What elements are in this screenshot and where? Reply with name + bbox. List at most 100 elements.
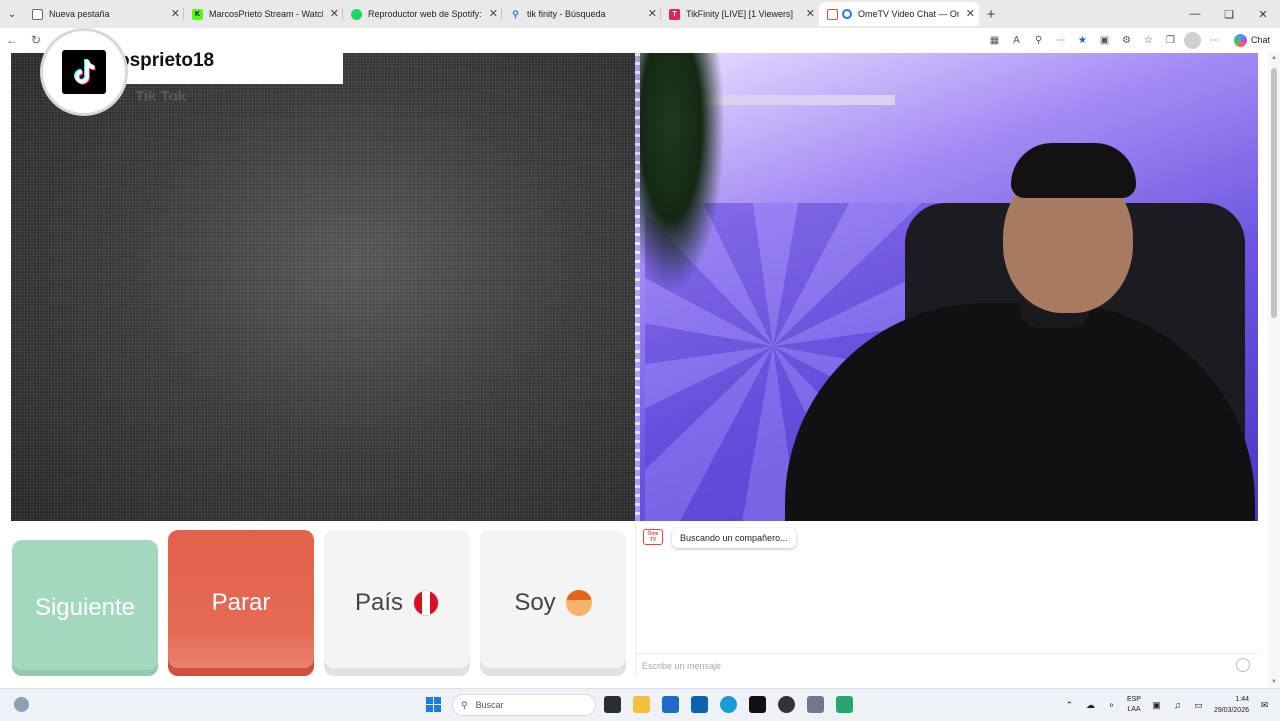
microphone-icon[interactable]: ⚬ (1106, 700, 1117, 711)
onedrive-icon[interactable]: ☁ (1085, 700, 1096, 711)
chat-panel: Ome TV Buscando un compañero... (635, 521, 1259, 677)
back-icon[interactable]: ← (0, 33, 24, 47)
close-tab-icon[interactable]: ✕ (330, 7, 339, 20)
partner-video (11, 53, 635, 521)
windows-taskbar: ⚲ Buscar ⌃ ☁ ⚬ ESP LAA ▣ ♫ ▭ 1:44 29/03/… (0, 688, 1280, 720)
emoji-picker-icon[interactable] (1236, 658, 1250, 672)
settings-more-icon[interactable]: ⋯ (1206, 32, 1223, 49)
tab-tikfinity[interactable]: T TikFinity [LIVE] [1 Viewers] ✕ (661, 2, 819, 26)
volume-icon[interactable]: ♫ (1172, 700, 1183, 711)
search-icon: ⚲ (512, 8, 519, 19)
settings-gear-icon[interactable] (807, 696, 824, 713)
apps-icon[interactable]: ▦ (986, 32, 1003, 49)
video-static (11, 53, 635, 521)
tiktok-subtitle: Tik Tok (135, 88, 187, 105)
close-tab-icon[interactable]: ✕ (648, 7, 657, 20)
tab-actions-chevron-icon[interactable]: ⌄ (0, 0, 24, 28)
clock-date: 29/03/2026 (1213, 707, 1249, 714)
new-tab-button[interactable]: + (979, 6, 1003, 23)
hanging-plant (635, 53, 725, 293)
battery-icon[interactable]: ▭ (1193, 700, 1204, 711)
tab-spotify[interactable]: Reproductor web de Spotify: músi ✕ (343, 2, 502, 26)
app-green-icon[interactable] (836, 696, 853, 713)
zoom-icon[interactable]: ⚲ (1030, 32, 1047, 49)
profile-avatar[interactable] (1183, 31, 1201, 49)
language-code: ESP (1126, 696, 1141, 703)
maximize-icon[interactable]: ❏ (1212, 0, 1246, 28)
minimize-icon[interactable]: — (1178, 0, 1212, 28)
self-camera-video (635, 53, 1258, 521)
tab-ometv[interactable]: OmeTV Video Chat — Omegl ✕ (819, 2, 979, 26)
scroll-up-icon[interactable]: ▲ (1268, 55, 1280, 61)
taskbar-search[interactable]: ⚲ Buscar (452, 694, 596, 716)
shelf (695, 95, 895, 105)
tiktok-logo (43, 31, 125, 113)
person-hair (1011, 143, 1136, 198)
browser-tab-strip: ⌄ Nueva pestaña ✕ K MarcosPrieto Stream … (0, 0, 1280, 28)
tiktok-username: osprieto18 (118, 50, 215, 71)
tab-title: MarcosPrieto Stream - Watch Live (209, 9, 323, 19)
tiktok-note-icon (62, 50, 106, 94)
stop-button-label: Parar (211, 589, 271, 616)
boy-emoji-icon (565, 590, 592, 616)
copilot-chat-button[interactable]: Chat (1233, 33, 1270, 47)
gender-button-label: Soy (514, 589, 556, 616)
next-button[interactable]: Siguiente (12, 540, 158, 676)
kick-icon: K (192, 8, 203, 20)
new-tab-icon (32, 8, 43, 20)
language-indicator[interactable]: ESP LAA (1127, 695, 1141, 715)
clock[interactable]: 1:44 29/03/2026 (1214, 694, 1249, 716)
page-scrollbar[interactable]: ▲ ▼ (1268, 52, 1280, 688)
collections-icon[interactable]: ❒ (1162, 32, 1179, 49)
next-button-label: Siguiente (34, 594, 136, 621)
store-icon[interactable] (662, 696, 679, 713)
more-tools-icon[interactable]: ⋯ (1052, 32, 1069, 49)
reload-icon[interactable]: ↻ (24, 33, 48, 47)
tikfinity-icon: T (669, 8, 680, 20)
window-controls: — ❏ ✕ (1178, 0, 1280, 28)
weather-widget-icon[interactable] (14, 697, 29, 712)
camera-icon[interactable]: ▣ (1096, 32, 1113, 49)
translate-icon[interactable]: A (1008, 32, 1025, 49)
task-view-icon[interactable] (604, 696, 621, 713)
recording-indicator-icon (842, 9, 852, 19)
tab-busqueda[interactable]: ⚲ tik finity - Búsqueda ✕ (502, 2, 661, 26)
favorite-star-icon[interactable]: ★ (1074, 32, 1091, 49)
message-input[interactable] (636, 653, 1259, 677)
country-button[interactable]: País (324, 530, 470, 676)
ometv-logo-icon: Ome TV (643, 529, 663, 545)
gender-button[interactable]: Soy (480, 530, 626, 676)
tab-kick-stream[interactable]: K MarcosPrieto Stream - Watch Live ✕ (184, 2, 343, 26)
notifications-icon[interactable]: ✉ (1259, 700, 1270, 711)
scrollbar-thumb[interactable] (1271, 68, 1277, 318)
file-explorer-icon[interactable] (633, 696, 650, 713)
extensions-icon[interactable]: ⚙ (1118, 32, 1135, 49)
start-menu-icon[interactable] (426, 697, 441, 712)
close-tab-icon[interactable]: ✕ (171, 7, 180, 20)
copilot-icon (1233, 33, 1247, 47)
toolbar-actions: ▦ A ⚲ ⋯ ★ ▣ ⚙ ☆ ❒ ⋯ Chat (986, 28, 1270, 52)
app-icon[interactable] (778, 696, 795, 713)
obs-icon[interactable] (749, 696, 766, 713)
outlook-icon[interactable] (691, 696, 708, 713)
close-window-icon[interactable]: ✕ (1246, 0, 1280, 28)
edge-icon[interactable] (720, 696, 737, 713)
tab-title: Reproductor web de Spotify: músi (368, 9, 482, 19)
show-hidden-icons-icon[interactable]: ⌃ (1064, 700, 1075, 711)
scroll-down-icon[interactable]: ▼ (1268, 679, 1280, 685)
search-icon: ⚲ (461, 699, 468, 710)
country-button-label: País (354, 589, 404, 616)
tab-title: OmeTV Video Chat — Omegl (858, 9, 959, 19)
spotify-icon (351, 8, 362, 20)
peru-flag-icon (413, 590, 440, 616)
tab-title: tik finity - Búsqueda (527, 9, 606, 19)
tab-nueva-pestana[interactable]: Nueva pestaña ✕ (24, 2, 184, 26)
stop-button[interactable]: Parar (168, 530, 314, 676)
close-tab-icon[interactable]: ✕ (966, 7, 975, 20)
system-tray: ⌃ ☁ ⚬ ESP LAA ▣ ♫ ▭ 1:44 29/03/2026 ✉ (1064, 689, 1270, 721)
favorites-icon[interactable]: ☆ (1140, 32, 1157, 49)
close-tab-icon[interactable]: ✕ (806, 7, 815, 20)
network-icon[interactable]: ▣ (1151, 700, 1162, 711)
chat-button-label: Chat (1250, 35, 1270, 45)
close-tab-icon[interactable]: ✕ (489, 7, 498, 20)
